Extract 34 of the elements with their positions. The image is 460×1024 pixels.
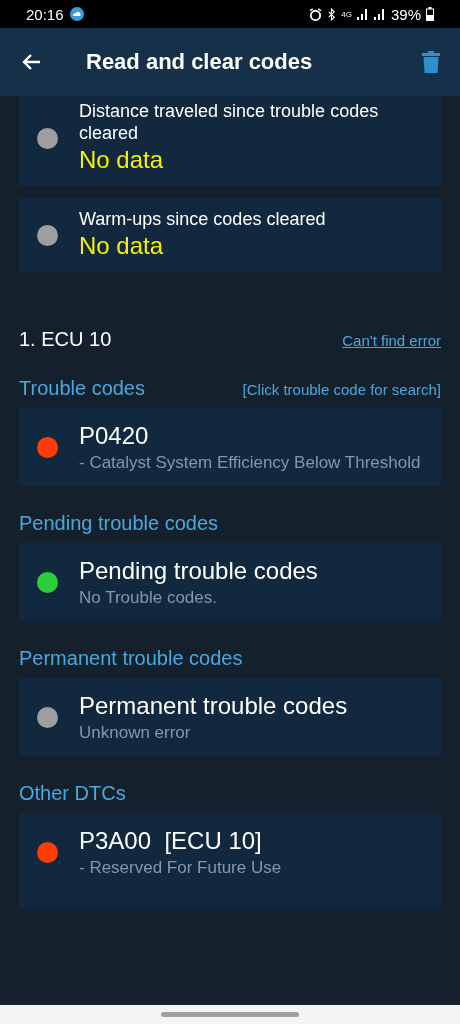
trouble-code: Permanent trouble codes <box>79 691 348 721</box>
ecu-title: 1. ECU 10 <box>19 328 112 351</box>
section-hint: [Click trouble code for search] <box>242 381 441 398</box>
cloud-icon <box>68 6 85 22</box>
trouble-code-card[interactable]: Permanent trouble codes Unknown error <box>19 678 441 756</box>
network-label: 4G <box>341 9 352 19</box>
trouble-code-card[interactable]: Pending trouble codes No Trouble codes. <box>19 543 441 621</box>
trash-icon[interactable] <box>422 51 440 73</box>
trouble-code-card[interactable]: P3A00 [ECU 10] - Reserved For Future Use <box>19 813 441 909</box>
parameter-label: Warm-ups since codes cleared <box>79 208 326 230</box>
status-time: 20:16 <box>26 5 64 23</box>
section-title: Trouble codes <box>19 377 145 400</box>
battery-icon <box>426 7 434 21</box>
code-description: - Catalyst System Efficiency Below Threshold <box>79 452 421 474</box>
code-description: Unknown error <box>79 722 192 744</box>
section-title: Permanent trouble codes <box>19 647 243 670</box>
code-description: No Trouble codes. <box>79 587 218 609</box>
code-description: - Reserved For Future Use <box>79 857 282 879</box>
section-title: Other DTCs <box>19 782 126 805</box>
bluetooth-icon <box>327 7 337 21</box>
cant-find-error-link[interactable]: Can't find error <box>342 332 441 349</box>
parameter-value: No data <box>79 231 165 261</box>
trouble-code: P0420 <box>79 421 150 451</box>
battery-percent: 39% <box>390 5 421 23</box>
signal-icon <box>373 8 386 20</box>
trouble-code: P3A00 [ECU 10] <box>79 826 263 856</box>
trouble-code-card[interactable]: P0420 - Catalyst System Efficiency Below Threshold <box>19 408 441 486</box>
screen-title: Read and clear codes <box>86 49 314 75</box>
signal-icon <box>356 8 369 20</box>
parameter-label: Distance traveled since trouble codes cleared <box>79 100 380 144</box>
trouble-code: Pending trouble codes <box>79 556 318 586</box>
section-title: Pending trouble codes <box>19 512 219 535</box>
alarm-icon <box>309 7 323 21</box>
parameter-value: No data <box>79 145 165 175</box>
